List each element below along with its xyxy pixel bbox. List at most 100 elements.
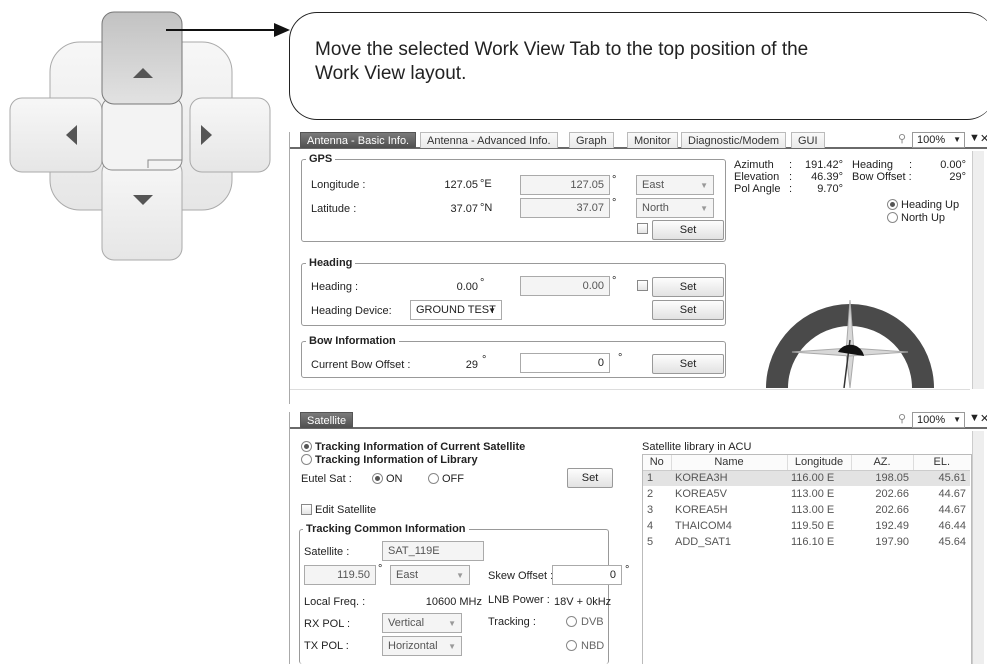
dock-arrow-diagram <box>9 11 290 261</box>
eutel-on-radio[interactable] <box>372 473 383 484</box>
top-horizontal-scrollbar[interactable] <box>290 389 970 401</box>
bow-input-deg-mark: ° <box>618 352 623 364</box>
zoom-select-bottom[interactable]: 100% ▼ <box>912 412 965 428</box>
heading-up-radio[interactable] <box>887 199 898 210</box>
tx-pol-label: TX POL : <box>304 640 349 652</box>
close-icon[interactable]: ✕ <box>980 132 987 145</box>
heading-input[interactable]: 0.00 <box>520 276 610 296</box>
satellite-name-field[interactable]: SAT_119E <box>382 541 484 561</box>
tx-pol-select[interactable]: Horizontal ▼ <box>382 636 462 656</box>
eutel-on-label: ON <box>386 473 403 485</box>
tracking-common-title: Tracking Common Information <box>303 522 469 536</box>
satellite-library-table: No Name Longitude AZ. EL. 1 KOREA3H 116.… <box>643 455 970 550</box>
longitude-direction-select[interactable]: East ▼ <box>636 175 714 195</box>
pin-icon[interactable]: ⚲ <box>898 132 906 145</box>
zoom-select-top[interactable]: 100% ▼ <box>912 132 965 148</box>
edit-satellite-checkbox[interactable] <box>301 504 312 515</box>
table-row[interactable]: 5 ADD_SAT1 116.10 E 197.90 45.64 <box>643 534 970 550</box>
heading-device-select[interactable]: GROUND TEST ▼ <box>410 300 502 320</box>
rx-pol-select[interactable]: Vertical ▼ <box>382 613 462 633</box>
table-row[interactable]: 3 KOREA5H 113.00 E 202.66 44.67 <box>643 502 970 518</box>
tab-diagnostic-modem[interactable]: Diagnostic/Modem <box>681 132 787 148</box>
table-cell: 192.49 <box>875 520 909 532</box>
satellite-label: Satellite : <box>304 546 350 558</box>
pin-icon[interactable]: ⚲ <box>898 412 906 425</box>
table-row[interactable]: 1 KOREA3H 116.00 E 198.05 45.61 <box>643 470 970 486</box>
longitude-input[interactable]: 127.05 <box>520 175 610 195</box>
pane-menu-icon[interactable]: ▼ <box>969 412 980 424</box>
callout-line-2: Work View layout. <box>315 63 467 84</box>
bottom-vertical-scrollbar[interactable] <box>972 431 984 664</box>
top-vertical-scrollbar[interactable] <box>972 151 984 389</box>
heading-label: Heading : <box>311 281 359 293</box>
satellite-direction-select[interactable]: East ▼ <box>390 565 470 585</box>
tab-graph[interactable]: Graph <box>569 132 614 148</box>
column-header-az[interactable]: AZ. <box>851 455 914 471</box>
tab-antenna-advanced[interactable]: Antenna - Advanced Info. <box>420 132 558 148</box>
heading-deg-mark: ° <box>480 277 485 289</box>
tracking-current-radio[interactable] <box>301 441 312 452</box>
table-cell: 2 <box>647 488 654 500</box>
tab-monitor[interactable]: Monitor <box>627 132 678 148</box>
eutel-sat-label: Eutel Sat : <box>301 473 352 485</box>
table-cell: 113.00 E <box>791 504 835 516</box>
tracking-label: Tracking : <box>488 616 536 628</box>
table-cell: 113.00 E <box>791 488 835 500</box>
column-header-name[interactable]: Name <box>671 455 788 471</box>
nbd-radio[interactable] <box>566 640 577 651</box>
table-cell: 5 <box>647 536 654 548</box>
latitude-unit: °N <box>480 202 493 214</box>
satellite-longitude-deg-mark: ° <box>378 563 383 575</box>
latitude-input[interactable]: 37.07 <box>520 198 610 218</box>
column-header-el[interactable]: EL. <box>913 455 970 471</box>
satellite-longitude-field[interactable]: 119.50 <box>304 565 376 585</box>
table-row[interactable]: 4 THAICOM4 119.50 E 192.49 46.44 <box>643 518 970 534</box>
bow-offset-input[interactable]: 0 <box>520 353 610 373</box>
gps-checkbox[interactable] <box>637 223 648 234</box>
latitude-direction-value: North <box>642 202 669 214</box>
chevron-down-icon: ▼ <box>700 204 708 213</box>
compass-north-label: N <box>846 265 854 277</box>
tab-antenna-basic[interactable]: Antenna - Basic Info. <box>300 132 417 148</box>
dvb-radio[interactable] <box>566 616 577 627</box>
gps-set-button[interactable]: Set <box>652 220 724 240</box>
heading-group-title: Heading <box>306 256 356 270</box>
pane-menu-icon[interactable]: ▼ <box>969 132 980 144</box>
north-up-radio[interactable] <box>887 212 898 223</box>
callout-text: Move the selected Work View Tab to the t… <box>315 38 808 86</box>
satellite-direction-value: East <box>396 569 419 581</box>
table-header-row: No Name Longitude AZ. EL. <box>643 455 970 471</box>
chevron-down-icon: ▼ <box>953 135 961 144</box>
table-cell: 1 <box>647 472 654 485</box>
latitude-direction-select[interactable]: North ▼ <box>636 198 714 218</box>
table-cell: KOREA5H <box>675 504 728 516</box>
tracking-library-radio[interactable] <box>301 454 312 465</box>
tab-satellite[interactable]: Satellite <box>300 412 354 428</box>
top-tab-strip: Antenna - Basic Info. Antenna - Advanced… <box>290 132 987 149</box>
longitude-direction-value: East <box>642 179 665 191</box>
latitude-label: Latitude : <box>311 203 357 215</box>
heading-set-button[interactable]: Set <box>652 277 724 297</box>
close-icon[interactable]: ✕ <box>980 412 987 425</box>
table-cell: 4 <box>647 520 654 532</box>
latitude-value: 37.07 <box>450 203 478 215</box>
rx-pol-value: Vertical <box>388 617 425 629</box>
heading-checkbox[interactable] <box>637 280 648 291</box>
heading-device-set-button[interactable]: Set <box>652 300 724 320</box>
table-cell: THAICOM4 <box>675 520 732 532</box>
chevron-down-icon: ▼ <box>448 619 456 628</box>
table-row[interactable]: 2 KOREA5V 113.00 E 202.66 44.67 <box>643 486 970 502</box>
bow-set-button[interactable]: Set <box>652 354 724 374</box>
eutel-set-button[interactable]: Set <box>567 468 613 488</box>
column-header-longitude[interactable]: Longitude <box>787 455 852 471</box>
chevron-down-icon: ▼ <box>700 181 708 190</box>
tracking-current-label: Tracking Information of Current Satellit… <box>315 441 526 453</box>
column-header-no[interactable]: No <box>643 455 672 471</box>
table-cell: KOREA3H <box>675 472 728 485</box>
tab-gui[interactable]: GUI <box>791 132 825 148</box>
table-cell: 44.67 <box>938 488 966 500</box>
chevron-down-icon: ▼ <box>456 571 464 580</box>
skew-offset-input[interactable]: 0 <box>552 565 622 585</box>
eutel-off-radio[interactable] <box>428 473 439 484</box>
compass-gauge: N W E <box>762 265 937 388</box>
